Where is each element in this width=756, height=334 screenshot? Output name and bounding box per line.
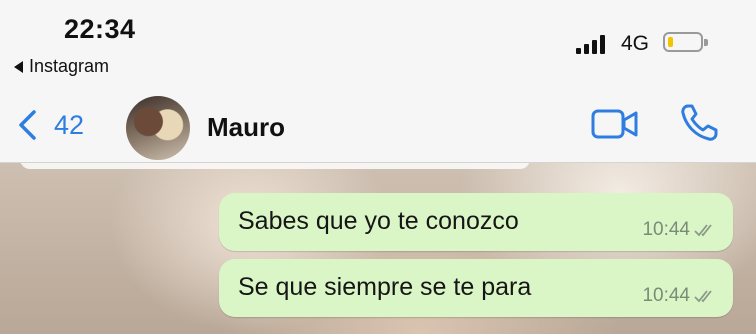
signal-bars-icon <box>576 34 605 54</box>
message-time: 10:44 <box>642 219 690 240</box>
double-check-icon <box>694 224 712 237</box>
message-time: 10:44 <box>642 285 690 306</box>
status-bar: 22:34 Instagram 4G <box>0 0 756 88</box>
unread-count: 42 <box>54 109 85 140</box>
chat-area[interactable]: Sabes que yo te conozco 10:44 Se que sie… <box>0 163 756 334</box>
message-meta: 10:44 <box>642 219 719 241</box>
network-type: 4G <box>621 32 650 55</box>
previous-message-bubble <box>20 163 530 169</box>
message-bubble[interactable]: Sabes que yo te conozco 10:44 <box>219 193 733 251</box>
back-triangle-icon <box>14 60 23 73</box>
contact-name[interactable]: Mauro <box>207 112 285 143</box>
message-bubble[interactable]: Se que siempre se te para 10:44 <box>219 259 733 317</box>
battery-low-icon <box>663 32 708 52</box>
phone-icon[interactable] <box>678 102 720 144</box>
message-text: Sabes que yo te conozco <box>238 207 519 235</box>
video-call-icon[interactable] <box>590 104 640 144</box>
status-time: 22:34 <box>64 14 136 44</box>
back-to-app-link[interactable]: Instagram <box>14 56 109 77</box>
back-to-app-label: Instagram <box>29 56 110 76</box>
message-meta: 10:44 <box>642 285 719 307</box>
chevron-left-icon <box>19 110 36 140</box>
avatar[interactable] <box>126 96 190 160</box>
back-button[interactable]: 42 <box>14 108 84 142</box>
message-text: Se que siempre se te para <box>238 273 532 301</box>
double-check-icon <box>694 290 712 303</box>
chat-header: 42 Mauro <box>0 88 756 163</box>
